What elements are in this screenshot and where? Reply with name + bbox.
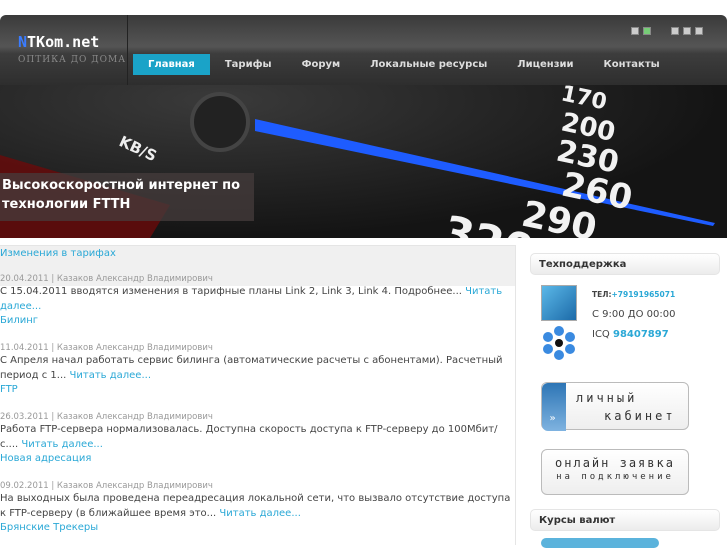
slogan: ОПТИКА ДО ДОМА <box>18 55 127 65</box>
news-category-link[interactable]: Брянские Трекеры <box>0 521 515 535</box>
font-reset-icon[interactable] <box>683 27 691 35</box>
news-meta: 26.03.2011 | Казаков Александр Владимиро… <box>0 412 213 422</box>
news-item: 20.04.2011 | Казаков Александр Владимиро… <box>0 273 515 328</box>
main-nav: Главная Тарифы Форум Локальные ресурсы Л… <box>133 54 675 75</box>
sidebar: Техподдержка ТЕЛ:+79191965071 С 9:00 ДО … <box>530 245 720 548</box>
cabinet-line2: кабинет <box>604 409 676 423</box>
news-item: 26.03.2011 | Казаков Александр Владимиро… <box>0 411 515 466</box>
nav-contacts[interactable]: Контакты <box>589 54 675 75</box>
logo-text: TKom.net <box>27 33 100 51</box>
online-order-button[interactable]: онлайн заявка на подключение <box>541 449 689 495</box>
steam-icon <box>541 285 577 321</box>
banner-caption: Высокоскоростной интернет по технологии … <box>0 173 254 221</box>
icq-link[interactable]: 98407897 <box>613 329 669 340</box>
currency-widget <box>541 538 659 548</box>
nav-tariffs[interactable]: Тарифы <box>210 54 287 75</box>
site-header: NTKom.net ОПТИКА ДО ДОМА Главная Тарифы … <box>0 15 727 85</box>
chevron-down-icon: » <box>542 383 566 431</box>
news-text: С 15.04.2011 вводятся изменения в тарифн… <box>0 286 466 297</box>
font-decrease-icon[interactable] <box>695 27 703 35</box>
layout-wide-icon[interactable] <box>643 27 651 35</box>
site-logo[interactable]: NTKom.net <box>18 33 99 51</box>
news-category-link[interactable]: Изменения в тарифах <box>0 247 515 261</box>
news-item: 11.04.2011 | Казаков Александр Владимиро… <box>0 342 515 397</box>
support-hours: С 9:00 ДО 00:00 <box>592 309 676 320</box>
news-category-link[interactable]: Билинг <box>0 314 515 328</box>
news-item: 09.02.2011 | Казаков Александр Владимиро… <box>0 480 515 535</box>
logo-area: NTKom.net ОПТИКА ДО ДОМА <box>0 15 128 85</box>
news-meta: 20.04.2011 | Казаков Александр Владимиро… <box>0 274 213 284</box>
font-increase-icon[interactable] <box>671 27 679 35</box>
nav-forum[interactable]: Форум <box>287 54 356 75</box>
cabinet-line1: личный <box>576 391 638 405</box>
currency-title: Курсы валют <box>530 509 720 531</box>
dial-unit: KB/S <box>116 132 159 165</box>
column-divider <box>515 245 516 545</box>
news-meta: 11.04.2011 | Казаков Александр Владимиро… <box>0 343 213 353</box>
icq-label: ICQ <box>592 329 610 340</box>
news-list: Изменения в тарифах 20.04.2011 | Казаков… <box>0 245 515 545</box>
news-category-link[interactable]: FTP <box>0 383 515 397</box>
phone-label: ТЕЛ: <box>592 290 612 299</box>
nav-local-resources[interactable]: Локальные ресурсы <box>355 54 502 75</box>
order-line1: онлайн заявка <box>555 456 675 470</box>
hero-banner: KB/S 170 200 230 260 290 3200 Высокоскор… <box>0 85 727 238</box>
nav-home[interactable]: Главная <box>133 54 210 75</box>
read-more-link[interactable]: Читать далее... <box>70 370 151 381</box>
support-contacts: ТЕЛ:+79191965071 С 9:00 ДО 00:00 ICQ 984… <box>530 275 720 385</box>
personal-cabinet-button[interactable]: » личный кабинет <box>541 382 689 431</box>
icq-flower-icon <box>541 325 577 361</box>
logo-n: N <box>18 33 28 51</box>
order-line2: на подключение <box>556 472 674 482</box>
layout-tools <box>631 27 651 35</box>
read-more-link[interactable]: Читать далее... <box>21 439 102 450</box>
read-more-link[interactable]: Читать далее... <box>219 508 300 519</box>
phone-link[interactable]: +79191965071 <box>611 290 675 299</box>
layout-narrow-icon[interactable] <box>631 27 639 35</box>
support-title: Техподдержка <box>530 253 720 275</box>
font-tools <box>671 27 703 35</box>
nav-licenses[interactable]: Лицензии <box>502 54 588 75</box>
news-category-link[interactable]: Новая адресация <box>0 452 515 466</box>
news-meta: 09.02.2011 | Казаков Александр Владимиро… <box>0 481 213 491</box>
